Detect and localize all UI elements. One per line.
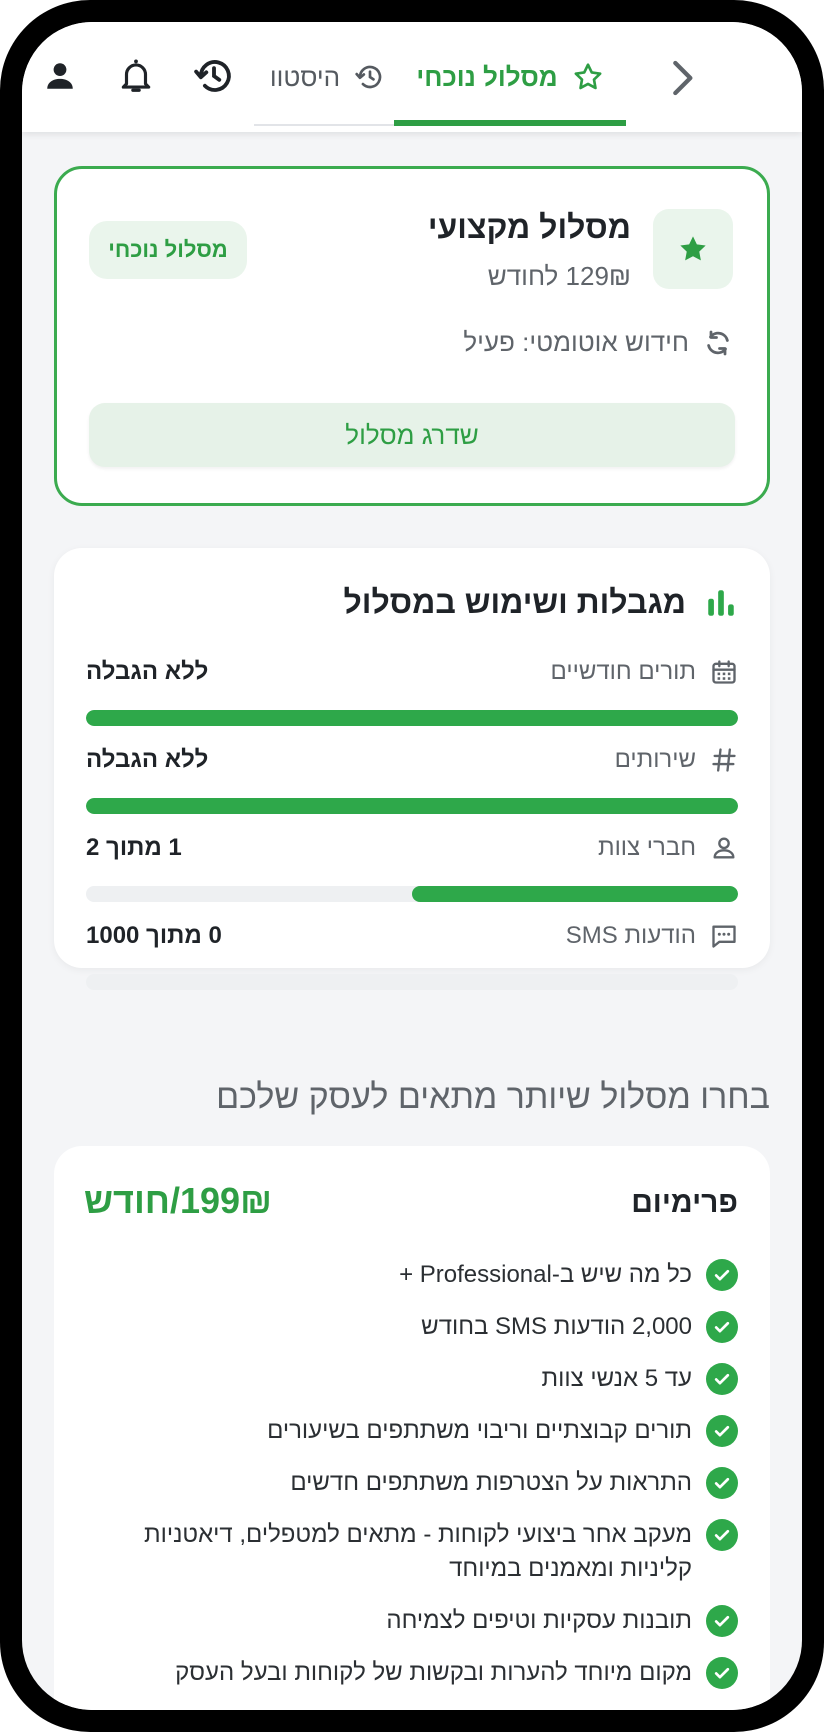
tab-current-indicator: [394, 120, 626, 126]
chevron-right-icon[interactable]: [662, 56, 702, 100]
history-icon[interactable]: [192, 54, 236, 98]
limit-label-text: שירותים: [614, 746, 696, 773]
feature-item: עד 5 אנשי צוות: [86, 1362, 738, 1396]
current-plan-card: מסלול מקצועי 129₪ לחודש מסלול נוכחי חידו…: [54, 166, 770, 506]
device-frame: היסטוו מסלול נוכחי מסלול מקצועי 129₪ לחו…: [0, 0, 824, 1732]
feature-text: התראות על הצטרפות משתתפים חדשים: [290, 1469, 692, 1496]
limit-label: תורים חודשיים: [551, 658, 738, 686]
person-icon: [713, 837, 735, 859]
upgrade-plan-button[interactable]: שדרג מסלול: [89, 403, 735, 467]
limit-row-team-members: חברי צוות 1 מתוך 2: [86, 834, 738, 904]
limit-progress-track: [86, 886, 738, 902]
plan-price: 129₪ לחודש: [487, 261, 631, 291]
limit-progress-track: [86, 710, 738, 726]
plan-star-badge: [653, 209, 733, 289]
auto-renew-text: חידוש אוטומטי: פעיל: [463, 327, 689, 357]
feature-text: מקום מיוחד להערות ובקשות של לקוחות ובעל …: [175, 1659, 692, 1686]
feature-item: התראות על הצטרפות משתתפים חדשים: [86, 1466, 738, 1500]
limits-title: מגבלות ושימוש במסלול: [343, 584, 686, 620]
bell-icon[interactable]: [114, 54, 158, 98]
star-icon: [680, 236, 706, 261]
limit-progress-fill: [86, 798, 738, 814]
usage-limits-card: מגבלות ושימוש במסלול תורים חודשיים ללא ה…: [54, 548, 770, 990]
limit-progress-track: [86, 974, 738, 990]
premium-plan-price: 199₪/חודש: [84, 1180, 272, 1221]
tab-current-plan[interactable]: מסלול נוכחי: [394, 22, 626, 132]
current-plan-badge: מסלול נוכחי: [89, 221, 247, 279]
check-circle-icon: [706, 1415, 738, 1447]
limit-label-text: חברי צוות: [597, 834, 696, 861]
limit-progress-fill: [412, 886, 738, 902]
feature-item: תורים קבוצתיים וריבוי משתתפים בשיעורים: [86, 1414, 738, 1448]
plan-name: מסלול מקצועי: [427, 209, 631, 245]
choose-plan-heading: בחרו מסלול שיותר מתאים לעסק שלכם: [216, 1078, 770, 1116]
tab-current-label: מסלול נוכחי: [416, 61, 558, 92]
calendar-icon: [712, 660, 736, 684]
feature-text: עד 5 אנשי צוות: [541, 1365, 692, 1392]
limit-label-text: הודעות SMS: [565, 922, 696, 949]
check-circle-icon: [706, 1363, 738, 1395]
limit-label-text: תורים חודשיים: [550, 658, 696, 685]
top-bar: היסטוו מסלול נוכחי: [22, 22, 802, 132]
limit-value: ללא הגבלה: [86, 746, 209, 773]
limits-header: מגבלות ושימוש במסלול: [343, 584, 738, 621]
check-circle-icon: [706, 1605, 738, 1637]
hash-icon: [712, 748, 736, 772]
check-circle-icon: [706, 1657, 738, 1689]
premium-plan-card[interactable]: פרימיום 199₪/חודש כל מה שיש ב-Profession…: [54, 1146, 770, 1710]
tab-history-label: היסטוו: [269, 61, 341, 92]
feature-text: 2,000 הודעות SMS בחודש: [421, 1313, 692, 1340]
limit-progress-track: [86, 798, 738, 814]
tab-history-indicator: [254, 124, 402, 126]
check-circle-icon: [706, 1519, 738, 1551]
message-icon: [712, 925, 736, 948]
tab-star-icon: [574, 63, 602, 90]
premium-feature-list: כל מה שיש ב-Professional + 2,000 הודעות S…: [86, 1258, 738, 1708]
limit-value: 0 מתוך 1000: [86, 922, 222, 949]
feature-item: מעקב אחר ביצועי לקוחות - מתאים למטפלים, …: [86, 1518, 738, 1586]
refresh-icon: [707, 330, 729, 355]
profile-icon[interactable]: [40, 56, 80, 96]
app-screen: היסטוו מסלול נוכחי מסלול מקצועי 129₪ לחו…: [22, 22, 802, 1710]
tab-history-icon: [355, 65, 382, 89]
bar-chart-icon: [708, 589, 734, 616]
premium-plan-name: פרימיום: [631, 1186, 738, 1219]
limit-progress-fill: [86, 710, 738, 726]
check-circle-icon: [706, 1467, 738, 1499]
feature-text: תורים קבוצתיים וריבוי משתתפים בשיעורים: [267, 1417, 692, 1444]
feature-text: תובנות עסקיות וטיפים לצמיחה: [386, 1607, 692, 1634]
check-circle-icon: [706, 1259, 738, 1291]
feature-item: מקום מיוחד להערות ובקשות של לקוחות ובעל …: [86, 1656, 738, 1690]
feature-item: תובנות עסקיות וטיפים לצמיחה: [86, 1604, 738, 1638]
feature-text: מעקב אחר ביצועי לקוחות - מתאים למטפלים, …: [144, 1521, 692, 1582]
limit-value: ללא הגבלה: [86, 658, 209, 685]
auto-renew-row: חידוש אוטומטי: פעיל: [463, 327, 733, 358]
limit-label: הודעות SMS: [566, 922, 738, 950]
feature-item: 2,000 הודעות SMS בחודש: [86, 1310, 738, 1344]
limit-row-services: שירותים ללא הגבלה: [86, 746, 738, 816]
check-circle-icon: [706, 1311, 738, 1343]
tab-history[interactable]: היסטוו: [254, 22, 402, 132]
limit-label: חברי צוות: [598, 834, 738, 862]
limit-row-monthly-appointments: תורים חודשיים ללא הגבלה: [86, 658, 738, 728]
limit-value: 1 מתוך 2: [86, 834, 182, 861]
limit-row-sms: הודעות SMS 0 מתוך 1000: [86, 922, 738, 992]
limit-label: שירותים: [615, 746, 738, 774]
feature-text: כל מה שיש ב-Professional +: [399, 1261, 692, 1288]
feature-item: כל מה שיש ב-Professional +: [86, 1258, 738, 1292]
